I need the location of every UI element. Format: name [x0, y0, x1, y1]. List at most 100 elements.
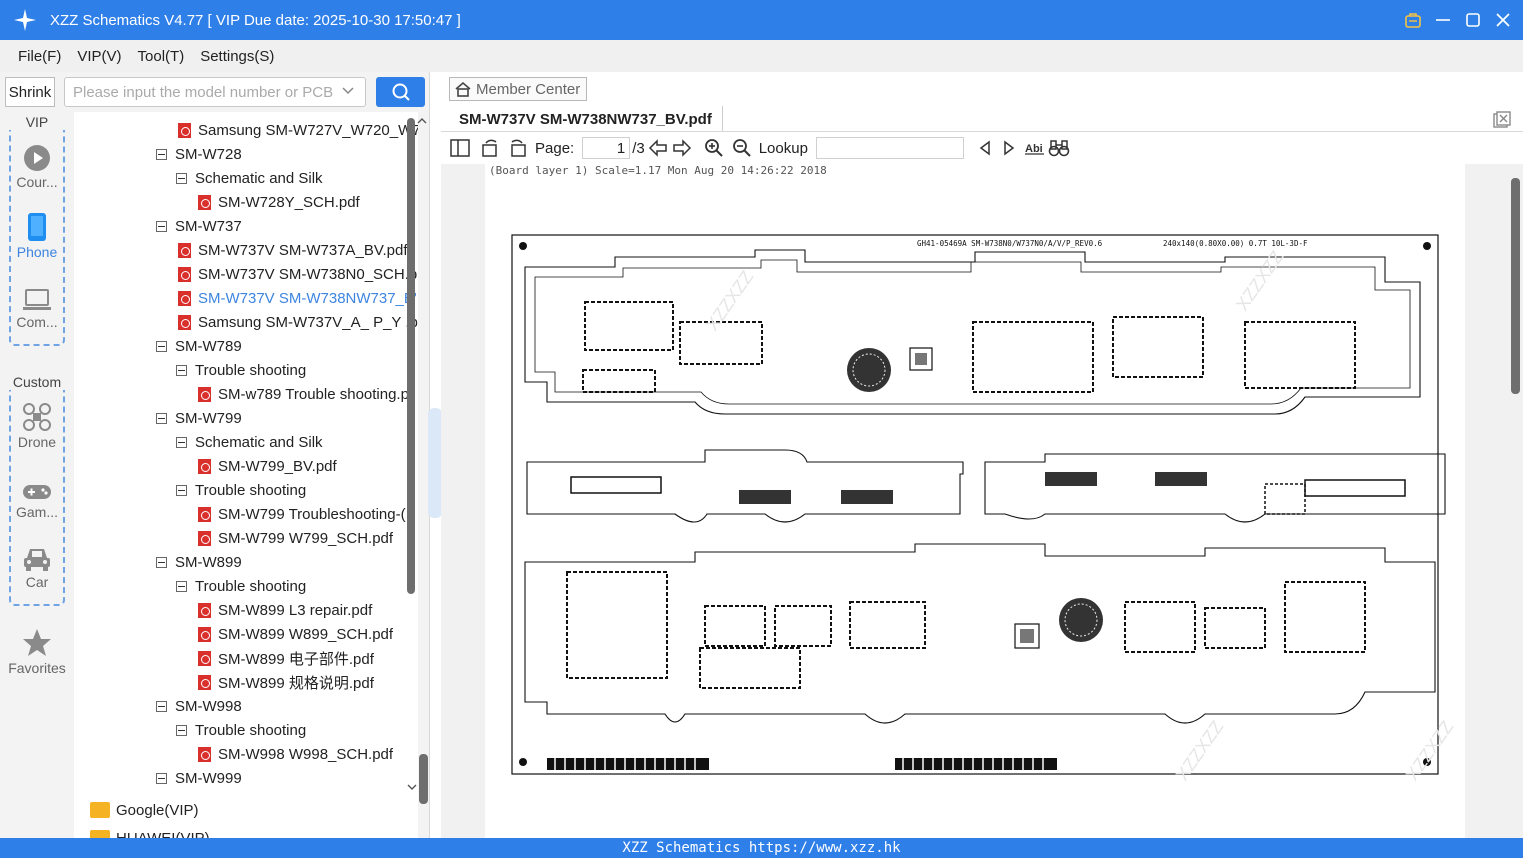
tree-file[interactable]: SM-W728Y_SCH.pdf [198, 190, 360, 214]
tree-file[interactable]: SM-W737V SM-W738N0_SCH.p [178, 262, 417, 286]
prev-page-icon[interactable] [647, 137, 669, 159]
tree-file[interactable]: SM-W737V SM-W737A_BV.pdf [178, 238, 408, 262]
collapse-icon[interactable] [156, 412, 167, 424]
collapse-icon[interactable] [176, 364, 187, 376]
find-next-icon[interactable] [998, 137, 1020, 159]
tree-file[interactable]: SM-W799 W799_SCH.pdf [198, 526, 393, 550]
menu-settings[interactable]: Settings(S) [200, 48, 274, 65]
tree-label: SM-W998 [175, 697, 242, 715]
menu-file[interactable]: File(F) [18, 48, 61, 65]
tree-file[interactable]: Samsung SM-W737V_A_ P_Y .pc [178, 310, 418, 334]
collapse-icon[interactable] [156, 148, 167, 160]
tree-subgroup[interactable]: Schematic and Silk [176, 430, 323, 454]
folder-google[interactable]: Google(VIP) [90, 798, 199, 822]
search-input[interactable]: Please input the model number or PCB [64, 77, 366, 107]
document-tab[interactable]: SM-W737V SM-W738NW737_BV.pdf [441, 106, 723, 132]
collapse-icon[interactable] [156, 220, 167, 232]
viewer-scroll-thumb[interactable] [1511, 178, 1520, 394]
tree-subgroup[interactable]: Schematic and Silk [176, 166, 323, 190]
match-case-icon[interactable]: Abi [1024, 137, 1046, 159]
zoom-in-icon[interactable] [703, 137, 725, 159]
tree-subgroup[interactable]: Trouble shooting [176, 358, 306, 382]
pdf-viewer[interactable]: (Board layer 1) Scale=1.17 Mon Aug 20 14… [441, 164, 1523, 838]
sidebar-toggle-icon[interactable] [449, 137, 471, 159]
collapse-icon[interactable] [156, 556, 167, 568]
favorites-label: Favorites [8, 660, 66, 676]
tree-group[interactable]: SM-W728 [156, 142, 242, 166]
lookup-input[interactable] [815, 137, 964, 159]
menu-vip[interactable]: VIP(V) [77, 48, 121, 65]
tree-file[interactable]: SM-W799_BV.pdf [198, 454, 337, 478]
tree-file[interactable]: SM-W899 规格说明.pdf [198, 670, 374, 694]
tree-file[interactable]: SM-W899 电子部件.pdf [198, 646, 374, 670]
tree-group[interactable]: SM-W899 [156, 550, 242, 574]
category-courses[interactable]: Cour... [0, 142, 74, 190]
collapse-icon[interactable] [156, 340, 167, 352]
minimize-icon[interactable] [1431, 8, 1455, 32]
tree-file[interactable]: SM-W899 L3 repair.pdf [198, 598, 372, 622]
maximize-icon[interactable] [1461, 8, 1485, 32]
member-center-button[interactable]: Member Center [449, 77, 588, 101]
tree-subgroup[interactable]: Trouble shooting [176, 478, 306, 502]
page-number-input[interactable]: 1 [582, 137, 631, 159]
tree-file-selected[interactable]: SM-W737V SM-W738NW737_B' [178, 286, 417, 310]
tree-file[interactable]: SM-W899 W899_SCH.pdf [198, 622, 393, 646]
tree-group[interactable]: SM-W799 [156, 406, 242, 430]
member-center-label: Member Center [476, 80, 581, 98]
scroll-up-icon[interactable] [416, 116, 428, 126]
collapse-icon[interactable] [156, 772, 167, 784]
folder-huawei[interactable]: HUAWEI(VIP) [90, 826, 210, 838]
tree-label: Schematic and Silk [195, 169, 323, 187]
panel-scrollbar[interactable] [419, 754, 428, 804]
tree-group[interactable]: SM-W737 [156, 214, 242, 238]
rotate-left-icon[interactable] [479, 137, 501, 159]
category-label: Phone [16, 244, 58, 260]
tree-file[interactable]: Samsung SM-W727V_W720_W7 [178, 118, 418, 142]
tree-group[interactable]: SM-W998 [156, 694, 242, 718]
tree-label: SM-w789 Trouble shooting.p [218, 385, 409, 403]
bag-icon[interactable] [1401, 8, 1425, 32]
category-game[interactable]: Gam... [0, 472, 74, 520]
menu-tool[interactable]: Tool(T) [138, 48, 185, 65]
tree-subgroup[interactable]: Trouble shooting [176, 718, 306, 742]
collapse-icon[interactable] [176, 580, 187, 592]
tree-subgroup[interactable]: Trouble shooting [176, 574, 306, 598]
category-favorites[interactable]: Favorites [0, 628, 74, 676]
tree-file[interactable]: SM-W998 W998_SCH.pdf [198, 742, 393, 766]
close-icon[interactable] [1491, 8, 1515, 32]
close-tabs-icon[interactable] [1493, 111, 1511, 129]
svg-text:Abi: Abi [1025, 143, 1043, 155]
tab-divider [441, 131, 1523, 132]
collapse-icon[interactable] [176, 724, 187, 736]
category-car[interactable]: Car [0, 542, 74, 590]
folder-icon [90, 830, 110, 838]
tree-scrollbar[interactable] [407, 118, 415, 594]
phone-icon [28, 213, 46, 241]
search-button[interactable] [376, 77, 425, 107]
scroll-down-icon[interactable] [406, 782, 418, 792]
panel-collapse-handle[interactable] [428, 408, 442, 518]
pdf-icon [198, 530, 211, 546]
shrink-button[interactable]: Shrink [5, 77, 55, 107]
viewer-scrollbar[interactable] [1509, 164, 1523, 838]
zoom-out-icon[interactable] [731, 137, 753, 159]
find-prev-icon[interactable] [974, 137, 996, 159]
collapse-icon[interactable] [176, 436, 187, 448]
collapse-icon[interactable] [156, 700, 167, 712]
vip-label: VIP [0, 114, 74, 130]
category-phone[interactable]: Phone [0, 212, 74, 260]
collapse-icon[interactable] [176, 484, 187, 496]
chevron-down-icon[interactable] [341, 84, 355, 98]
tree-group[interactable]: SM-W789 [156, 334, 242, 358]
tree-group[interactable]: SM-W999 [156, 766, 242, 790]
collapse-icon[interactable] [176, 172, 187, 184]
tree-label: Samsung SM-W727V_W720_W7 [198, 121, 418, 139]
binoculars-icon[interactable] [1048, 137, 1070, 159]
category-drone[interactable]: Drone [0, 402, 74, 450]
play-icon [24, 145, 50, 171]
category-computer[interactable]: Com... [0, 282, 74, 330]
tree-file[interactable]: SM-w789 Trouble shooting.p [198, 382, 409, 406]
tree-file[interactable]: SM-W799 Troubleshooting-( [198, 502, 406, 526]
rotate-right-icon[interactable] [507, 137, 529, 159]
next-page-icon[interactable] [671, 137, 693, 159]
